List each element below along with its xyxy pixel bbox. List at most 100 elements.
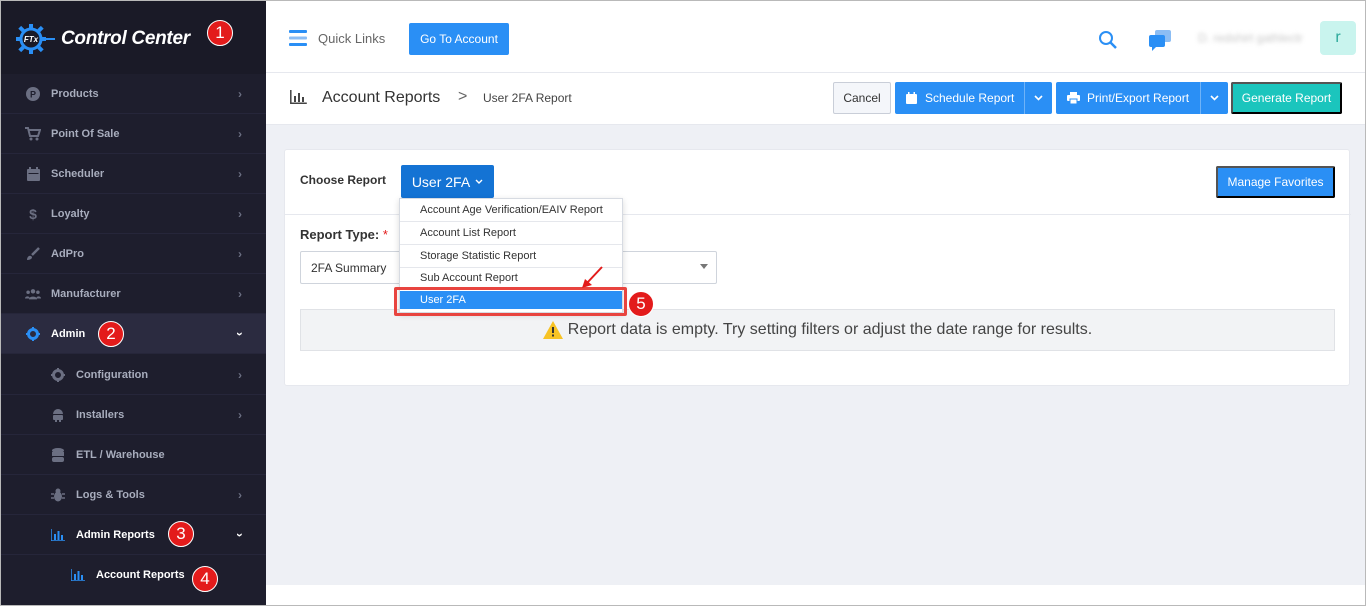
brush-icon: [25, 246, 41, 262]
sidebar-item-point-of-sale[interactable]: Point Of Sale ›: [1, 114, 266, 154]
sidebar-item-manufacturer[interactable]: Manufacturer ›: [1, 274, 266, 314]
bug-icon: [50, 487, 66, 503]
sidebar-item-label: Admin: [51, 327, 86, 340]
top-bar: Quick Links Go To Account D. redshirt ga…: [266, 1, 1365, 73]
android-icon: [50, 407, 66, 423]
sidebar-item-account-reports[interactable]: Account Reports 4: [1, 555, 266, 595]
breadcrumb-current: User 2FA Report: [483, 91, 572, 105]
cancel-button[interactable]: Cancel: [833, 82, 891, 114]
annotation-badge-1: 1: [207, 20, 233, 46]
bar-chart-icon: [50, 527, 66, 543]
dollar-icon: $: [29, 205, 37, 222]
annotation-badge-4: 4: [192, 566, 218, 592]
sidebar-item-label: AdPro: [51, 247, 84, 260]
warning-icon: [542, 321, 563, 339]
required-mark: *: [382, 227, 388, 242]
sidebar-item-etl-warehouse[interactable]: ETL / Warehouse: [1, 435, 266, 475]
chevron-right-icon: ›: [238, 246, 242, 261]
sidebar-item-label: Configuration: [76, 368, 149, 381]
circle-p-icon: P: [25, 86, 41, 102]
sidebar-item-scheduler[interactable]: Scheduler ›: [1, 154, 266, 194]
gear-icon: [50, 367, 66, 383]
dropdown-item[interactable]: Account List Report: [400, 222, 622, 245]
sidebar-item-label: Manufacturer: [51, 287, 121, 300]
breadcrumb-separator: >: [458, 88, 468, 105]
page-title: Account Reports: [322, 89, 441, 106]
annotation-badge-2: 2: [98, 321, 124, 347]
sidebar-item-admin-reports[interactable]: Admin Reports 3 ›: [1, 515, 266, 555]
chevron-right-icon: ›: [238, 367, 242, 382]
caret-down-icon: [700, 264, 708, 269]
chevron-down-icon: ›: [233, 331, 247, 336]
sidebar-item-label: Account Reports: [96, 569, 185, 581]
choose-report-value: User 2FA: [411, 173, 471, 190]
sidebar-item-label: ETL / Warehouse: [76, 448, 165, 461]
schedule-report-label: Schedule Report: [925, 91, 1015, 105]
sidebar-item-logs-tools[interactable]: Logs & Tools ›: [1, 475, 266, 515]
gear-logo-icon: FTx: [16, 24, 55, 54]
sidebar-item-label: Loyalty: [51, 207, 90, 220]
empty-message: Report data is empty. Try setting filter…: [567, 321, 1093, 338]
sidebar-item-loyalty[interactable]: $ Loyalty ›: [1, 194, 266, 234]
app-window: FTx Control Center 1 P Products › Point …: [0, 0, 1366, 606]
users-icon: [25, 286, 41, 302]
brand-logo[interactable]: FTx Control Center 1: [1, 1, 266, 74]
logo-mark: FTx: [24, 35, 39, 44]
chevron-right-icon: ›: [238, 206, 242, 221]
chevron-right-icon: ›: [238, 487, 242, 502]
sidebar-item-admin[interactable]: Admin 2 ›: [1, 314, 266, 354]
sidebar-item-products[interactable]: P Products ›: [1, 74, 266, 114]
cart-icon: [25, 126, 41, 142]
sidebar-item-label: Products: [51, 87, 99, 100]
chevron-down-icon[interactable]: [1200, 82, 1228, 114]
sidebar: FTx Control Center 1 P Products › Point …: [1, 1, 266, 605]
annotation-arrow-icon: [582, 266, 603, 288]
chevron-right-icon: ›: [238, 407, 242, 422]
report-type-value: 2FA Summary: [311, 260, 387, 275]
calendar-icon: [906, 92, 917, 104]
print-export-label: Print/Export Report: [1087, 91, 1190, 105]
avatar[interactable]: r: [1320, 21, 1356, 55]
chevron-right-icon: ›: [238, 126, 242, 141]
quick-links-label[interactable]: Quick Links: [318, 31, 385, 46]
bar-chart-icon: [70, 567, 86, 583]
gear-icon: [25, 326, 41, 342]
sidebar-item-label: Logs & Tools: [76, 488, 145, 501]
sidebar-item-installers[interactable]: Installers ›: [1, 395, 266, 435]
logo-text: Control Center: [61, 28, 190, 49]
sidebar-item-adpro[interactable]: AdPro ›: [1, 234, 266, 274]
print-export-button[interactable]: Print/Export Report: [1056, 82, 1228, 114]
hamburger-icon[interactable]: [289, 30, 307, 46]
footer: [266, 585, 1365, 605]
manage-favorites-button[interactable]: Manage Favorites: [1216, 166, 1335, 198]
sidebar-item-label: Installers: [76, 408, 125, 421]
annotation-badge-3: 3: [168, 521, 194, 547]
choose-report-label: Choose Report: [300, 173, 387, 187]
printer-icon: [1067, 92, 1080, 104]
choose-report-dropdown[interactable]: User 2FA: [401, 165, 494, 198]
schedule-report-button[interactable]: Schedule Report: [895, 82, 1052, 114]
dropdown-item[interactable]: Account Age Verification/EAIV Report: [400, 199, 622, 222]
chevron-right-icon: ›: [238, 86, 242, 101]
chevron-down-icon: [475, 179, 483, 184]
annotation-badge-5: 5: [628, 291, 654, 317]
chevron-right-icon: ›: [238, 286, 242, 301]
generate-report-button[interactable]: Generate Report: [1231, 82, 1342, 114]
sidebar-item-label: Point Of Sale: [51, 127, 120, 140]
go-to-account-button[interactable]: Go To Account: [409, 23, 509, 55]
sidebar-item-configuration[interactable]: Configuration ›: [1, 355, 266, 395]
search-icon[interactable]: [1098, 30, 1118, 50]
chat-icon[interactable]: [1148, 29, 1172, 51]
calendar-icon: [25, 166, 41, 182]
chevron-down-icon[interactable]: [1024, 82, 1052, 114]
username-label[interactable]: D. redshirt gathlectr: [1198, 31, 1303, 45]
bar-chart-icon: [290, 90, 307, 104]
svg-text:P: P: [30, 89, 36, 99]
sidebar-item-label: Scheduler: [51, 167, 105, 180]
report-type-label: Report Type: *: [300, 227, 388, 242]
chevron-down-icon: ›: [233, 532, 247, 537]
sidebar-item-label: Admin Reports: [76, 528, 155, 541]
chevron-right-icon: ›: [238, 166, 242, 181]
database-icon: [50, 447, 66, 463]
page-header: Account Reports > User 2FA Report Cancel…: [266, 73, 1365, 125]
